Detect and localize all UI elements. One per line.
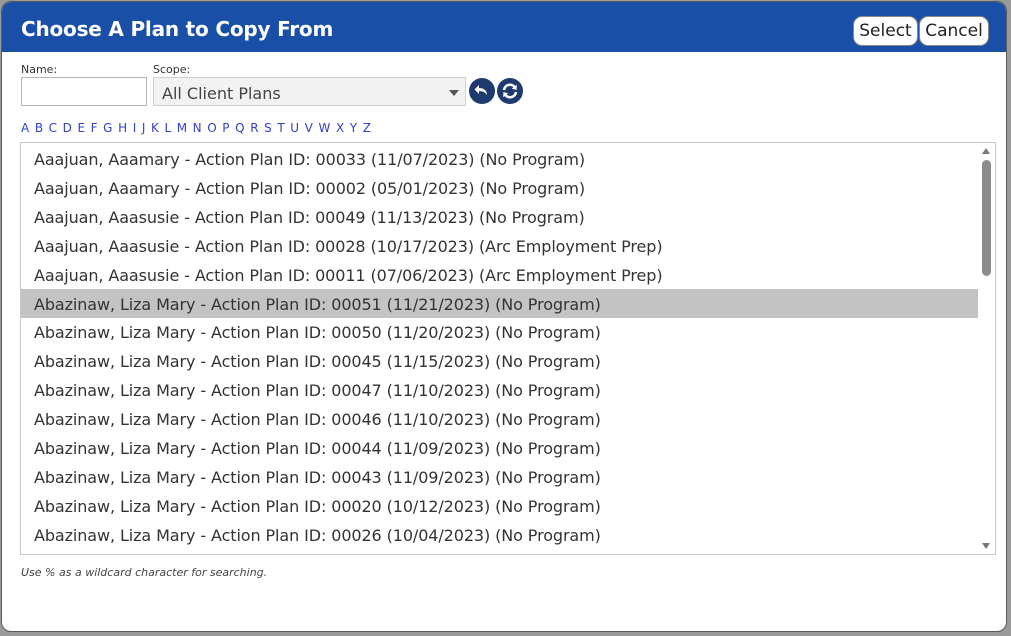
alpha-letter-e[interactable]: E	[77, 121, 85, 135]
refresh-icon[interactable]	[497, 78, 523, 104]
alpha-letter-q[interactable]: Q	[235, 121, 244, 135]
alpha-letter-u[interactable]: U	[290, 121, 299, 135]
plan-list-item[interactable]: Abazinaw, Liza Mary - Action Plan ID: 00…	[21, 288, 979, 318]
alpha-letter-w[interactable]: W	[318, 121, 330, 135]
scroll-down-icon[interactable]	[982, 543, 990, 549]
scope-label: Scope:	[153, 63, 191, 76]
alpha-letter-x[interactable]: X	[336, 121, 344, 135]
choose-plan-dialog: Choose A Plan to Copy From Select Cancel…	[1, 1, 1007, 632]
alpha-letter-y[interactable]: Y	[350, 121, 357, 135]
undo-icon[interactable]	[469, 78, 495, 104]
alpha-letter-m[interactable]: M	[177, 121, 187, 135]
chevron-down-icon	[449, 90, 459, 96]
cancel-button[interactable]: Cancel	[919, 16, 989, 46]
alpha-letter-z[interactable]: Z	[363, 121, 371, 135]
alpha-letter-i[interactable]: I	[133, 121, 137, 135]
name-label: Name:	[21, 63, 58, 76]
plan-list-item[interactable]: Abazinaw, Liza Mary - Action Plan ID: 00…	[21, 433, 979, 462]
alpha-letter-f[interactable]: F	[91, 121, 98, 135]
alpha-letter-g[interactable]: G	[103, 121, 112, 135]
plan-list-item[interactable]: Abazinaw, Liza Mary - Action Plan ID: 00…	[21, 520, 979, 549]
dialog-titlebar: Choose A Plan to Copy From Select Cancel	[2, 2, 1006, 52]
alpha-letter-a[interactable]: A	[21, 121, 29, 135]
name-input[interactable]	[21, 77, 147, 106]
scroll-up-icon[interactable]	[982, 148, 990, 154]
plan-list-item[interactable]: Aaajuan, Aaasusie - Action Plan ID: 0002…	[21, 231, 979, 260]
alpha-letter-j[interactable]: J	[142, 121, 146, 135]
plan-list-item[interactable]: Aaajuan, Aaamary - Action Plan ID: 00033…	[21, 144, 979, 173]
scrollbar-thumb[interactable]	[982, 160, 991, 276]
plan-list-item[interactable]: Abazinaw, Liza Mary - Action Plan ID: 00…	[21, 346, 979, 375]
plan-list-item[interactable]: Aaajuan, Aaamary - Action Plan ID: 00002…	[21, 173, 979, 202]
alpha-letter-h[interactable]: H	[118, 121, 127, 135]
scope-select[interactable]: All Client Plans	[153, 77, 466, 106]
alpha-letter-p[interactable]: P	[222, 121, 229, 135]
alpha-letter-l[interactable]: L	[164, 121, 171, 135]
plan-list-item[interactable]: Abazinaw, Liza Mary - Action Plan ID: 00…	[21, 462, 979, 491]
alpha-letter-t[interactable]: T	[277, 121, 284, 135]
alpha-letter-v[interactable]: V	[305, 121, 313, 135]
plan-list-item[interactable]: Abazinaw, Liza Mary - Action Plan ID: 00…	[21, 375, 979, 404]
alpha-letter-c[interactable]: C	[49, 121, 57, 135]
alpha-letter-d[interactable]: D	[63, 121, 72, 135]
alpha-letter-n[interactable]: N	[193, 121, 202, 135]
alpha-letter-s[interactable]: S	[264, 121, 272, 135]
plan-list-item[interactable]: Abazinaw, Liza Mary - Action Plan ID: 00…	[21, 317, 979, 346]
plan-list-item[interactable]: Abazinaw, Liza Mary - Action Plan ID: 00…	[21, 491, 979, 520]
plan-list[interactable]: Abazinaw, Liza Mary - Action Plan ID: 00…	[20, 142, 996, 555]
scope-selected-value: All Client Plans	[162, 84, 281, 103]
vertical-scrollbar[interactable]	[978, 143, 995, 554]
alphabet-filter: ABCDEFGHIJKLMNOPQRSTUVWXYZ	[21, 121, 377, 135]
dialog-title: Choose A Plan to Copy From	[21, 17, 334, 41]
select-button[interactable]: Select	[853, 16, 918, 46]
alpha-letter-b[interactable]: B	[35, 121, 43, 135]
plan-list-item[interactable]: Aaajuan, Aaasusie - Action Plan ID: 0004…	[21, 202, 979, 231]
search-hint: Use % as a wildcard character for search…	[21, 566, 268, 579]
plan-list-item[interactable]: Aaajuan, Aaasusie - Action Plan ID: 0001…	[21, 260, 979, 289]
alpha-letter-r[interactable]: R	[250, 121, 258, 135]
alpha-letter-k[interactable]: K	[151, 121, 159, 135]
plan-list-item[interactable]: Abazinaw, Liza Mary - Action Plan ID: 00…	[21, 404, 979, 433]
alpha-letter-o[interactable]: O	[207, 121, 216, 135]
